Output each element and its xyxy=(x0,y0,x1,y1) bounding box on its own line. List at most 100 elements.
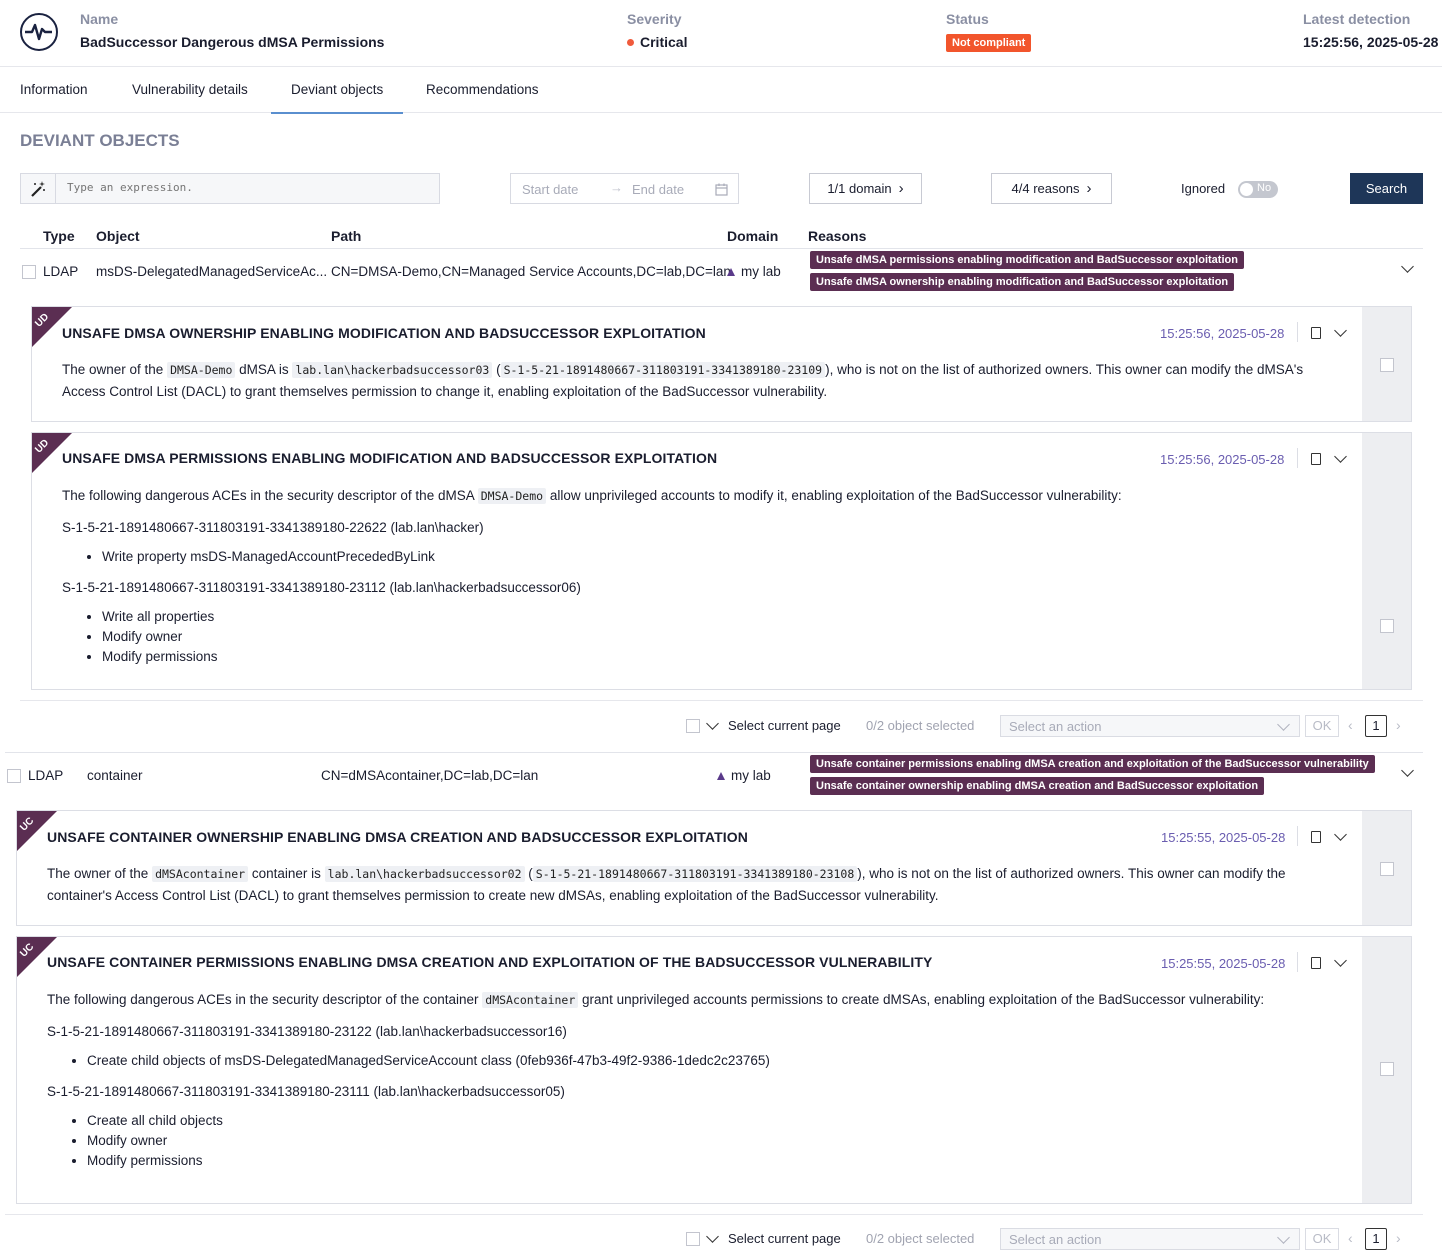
calendar-icon xyxy=(715,183,728,196)
status-badge: Not compliant xyxy=(946,34,1032,52)
select-page-label[interactable]: Select current page xyxy=(728,1231,841,1246)
row-object: msDS-DelegatedManagedServiceAc... xyxy=(96,264,328,279)
ok-button[interactable]: OK xyxy=(1305,1228,1339,1250)
select-page-checkbox[interactable] xyxy=(686,1232,700,1246)
finding-title: UNSAFE DMSA PERMISSIONS ENABLING MODIFIC… xyxy=(62,450,718,466)
severity-value: Critical xyxy=(640,34,688,50)
chevron-down-icon[interactable] xyxy=(1334,828,1347,841)
tab-recommendations[interactable]: Recommendations xyxy=(406,67,559,112)
card-checkbox[interactable] xyxy=(1380,619,1394,633)
row-object: container xyxy=(87,768,143,783)
chevron-right-icon: › xyxy=(1086,180,1092,197)
text: The owner of the xyxy=(62,362,164,377)
date-range-picker[interactable]: Start date → End date xyxy=(510,173,739,204)
finding-card: UC UNSAFE CONTAINER OWNERSHIP ENABLING D… xyxy=(16,810,1412,926)
detection-value: 15:25:56, 2025-05-28 xyxy=(1303,34,1439,50)
ace-right: Modify owner xyxy=(102,627,1342,647)
search-box xyxy=(20,173,440,204)
ignored-toggle[interactable]: No xyxy=(1238,181,1278,198)
select-page-checkbox[interactable] xyxy=(686,719,700,733)
row-type: LDAP xyxy=(43,264,79,279)
start-date-field[interactable]: Start date xyxy=(522,182,578,197)
card-checkbox[interactable] xyxy=(1380,862,1394,876)
page-number[interactable]: 1 xyxy=(1365,1228,1387,1250)
action-select[interactable]: Select an action xyxy=(1000,1228,1300,1250)
row-checkbox[interactable] xyxy=(7,769,21,783)
domain-filter-label: 1/1 domain xyxy=(827,181,892,196)
chevron-down-icon[interactable] xyxy=(706,717,719,730)
collapse-chevron-icon[interactable] xyxy=(1401,764,1414,777)
code-ref: DMSA-Demo xyxy=(167,362,236,378)
tab-bar: Information Vulnerability details Devian… xyxy=(0,67,1442,114)
row-checkbox[interactable] xyxy=(22,265,36,279)
prev-page-icon[interactable]: ‹ xyxy=(1348,1230,1353,1246)
domain-filter-button[interactable]: 1/1 domain › xyxy=(809,173,922,204)
code-ref: S-1-5-21-1891480667-311803191-3341389180… xyxy=(532,866,858,882)
chevron-down-icon[interactable] xyxy=(1334,954,1347,967)
finding-time: 15:25:56, 2025-05-28 xyxy=(1160,326,1285,341)
row-domain: my lab xyxy=(731,768,771,783)
domain-triangle-icon xyxy=(717,772,725,780)
action-select-placeholder: Select an action xyxy=(1009,719,1102,734)
tab-deviant-objects[interactable]: Deviant objects xyxy=(271,67,404,114)
action-select[interactable]: Select an action xyxy=(1000,715,1300,737)
next-page-icon[interactable]: › xyxy=(1396,1230,1401,1246)
text: container is xyxy=(251,866,321,881)
arrow-right-icon: → xyxy=(610,180,623,195)
header-bar: Name BadSuccessor Dangerous dMSA Permiss… xyxy=(0,0,1442,67)
finding-time: 15:25:55, 2025-05-28 xyxy=(1161,956,1286,971)
search-input[interactable] xyxy=(65,180,429,195)
divider xyxy=(1297,448,1298,468)
select-page-label[interactable]: Select current page xyxy=(728,718,841,733)
row-path: CN=DMSA-Demo,CN=Managed Service Accounts… xyxy=(331,264,731,279)
row-domain: my lab xyxy=(741,264,781,279)
text: allow unprivileged accounts to modify it… xyxy=(549,488,1122,503)
collapse-chevron-icon[interactable] xyxy=(1401,260,1414,273)
col-type[interactable]: Type xyxy=(43,228,75,244)
col-object[interactable]: Object xyxy=(96,228,140,244)
ace-right: Write all properties xyxy=(102,607,1342,627)
health-pulse-icon xyxy=(20,13,58,51)
row-path: CN=dMSAcontainer,DC=lab,DC=lan xyxy=(321,768,539,783)
prev-page-icon[interactable]: ‹ xyxy=(1348,717,1353,733)
card-checkbox[interactable] xyxy=(1380,1062,1394,1076)
tab-vulnerability-details[interactable]: Vulnerability details xyxy=(112,67,268,112)
ace-sid: S-1-5-21-1891480667-311803191-3341389180… xyxy=(47,1084,565,1099)
copy-icon[interactable] xyxy=(1311,327,1321,339)
code-ref: S-1-5-21-1891480667-311803191-3341389180… xyxy=(500,362,826,378)
end-date-field[interactable]: End date xyxy=(632,182,684,197)
chevron-down-icon[interactable] xyxy=(706,1230,719,1243)
selected-count: 0/2 object selected xyxy=(866,718,975,733)
magic-wand-icon[interactable] xyxy=(21,174,56,203)
ok-button[interactable]: OK xyxy=(1305,715,1339,737)
finding-description: The following dangerous ACEs in the secu… xyxy=(47,989,1337,1171)
page-number[interactable]: 1 xyxy=(1365,715,1387,737)
next-page-icon[interactable]: › xyxy=(1396,717,1401,733)
copy-icon[interactable] xyxy=(1311,831,1321,843)
ace-right: Create child objects of msDS-DelegatedMa… xyxy=(87,1051,1337,1071)
finding-description: The owner of the dMSAcontainer container… xyxy=(47,866,1286,903)
finding-title: UNSAFE DMSA OWNERSHIP ENABLING MODIFICAT… xyxy=(62,325,706,341)
search-button[interactable]: Search xyxy=(1350,173,1423,204)
reason-tag: Unsafe dMSA permissions enabling modific… xyxy=(810,251,1244,269)
code-ref: lab.lan\hackerbadsuccessor02 xyxy=(324,866,525,882)
ace-sid: S-1-5-21-1891480667-311803191-3341389180… xyxy=(47,1024,567,1039)
code-ref: dMSAcontainer xyxy=(482,992,579,1008)
chevron-down-icon[interactable] xyxy=(1334,324,1347,337)
ace-right: Modify permissions xyxy=(87,1151,1337,1171)
finding-card: UD UNSAFE DMSA OWNERSHIP ENABLING MODIFI… xyxy=(31,306,1412,422)
col-reasons[interactable]: Reasons xyxy=(808,228,866,244)
tab-information[interactable]: Information xyxy=(0,67,108,112)
vulnerability-name: BadSuccessor Dangerous dMSA Permissions xyxy=(80,34,385,50)
copy-icon[interactable] xyxy=(1311,453,1321,465)
reasons-filter-button[interactable]: 4/4 reasons › xyxy=(991,173,1112,204)
copy-icon[interactable] xyxy=(1311,957,1321,969)
card-checkbox[interactable] xyxy=(1380,358,1394,372)
domain-triangle-icon xyxy=(727,268,735,276)
section-title: DEVIANT OBJECTS xyxy=(20,131,180,150)
card-gutter xyxy=(1362,433,1411,689)
col-domain[interactable]: Domain xyxy=(727,228,778,244)
chevron-down-icon[interactable] xyxy=(1334,450,1347,463)
col-path[interactable]: Path xyxy=(331,228,361,244)
ace-sid: S-1-5-21-1891480667-311803191-3341389180… xyxy=(62,580,581,595)
